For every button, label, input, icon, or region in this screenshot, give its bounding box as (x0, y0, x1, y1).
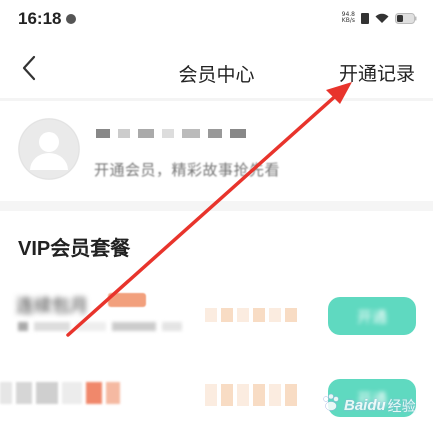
paw-logo-icon (320, 392, 342, 419)
username-obscured (96, 129, 246, 138)
sim-icon (361, 12, 369, 24)
plan-description-obscured (18, 322, 182, 331)
plan-price-obscured (205, 308, 297, 322)
member-tagline: 开通会员，精彩故事抢先看 (94, 162, 281, 179)
open-plan-button-label: 开通 (356, 308, 387, 326)
notification-app-icon (66, 14, 76, 24)
default-avatar-icon (18, 118, 80, 180)
purchase-records-link[interactable]: 开通记录 (339, 59, 415, 86)
status-time: 16:18 (18, 9, 62, 28)
plan-row[interactable]: 连续包月 开通 (0, 290, 433, 346)
plan-promo-tag (108, 293, 146, 307)
wifi-icon (375, 13, 389, 24)
status-bar: 16:18 94.8 KB/s (0, 0, 433, 36)
plan-name: 连续包月 (16, 296, 88, 316)
vip-plans-title: VIP会员套餐 (18, 238, 131, 260)
network-speed: 94.8 KB/s (341, 12, 355, 24)
user-profile: 开通会员，精彩故事抢先看 (0, 101, 433, 201)
baidu-watermark: Baidu 经验 (320, 392, 416, 419)
network-speed-unit: KB/s (341, 17, 355, 24)
open-plan-button[interactable]: 开通 (328, 297, 416, 335)
plan-name-obscured (0, 382, 120, 404)
watermark-brand: Baidu (344, 397, 386, 414)
section-divider (0, 201, 433, 211)
navigation-header: 会员中心 开通记录 (0, 46, 433, 98)
plan-price-obscured (205, 384, 297, 406)
avatar[interactable] (18, 118, 80, 180)
status-icons: 94.8 KB/s (341, 12, 417, 24)
watermark-suffix: 经验 (387, 397, 416, 414)
battery-icon (395, 12, 417, 24)
